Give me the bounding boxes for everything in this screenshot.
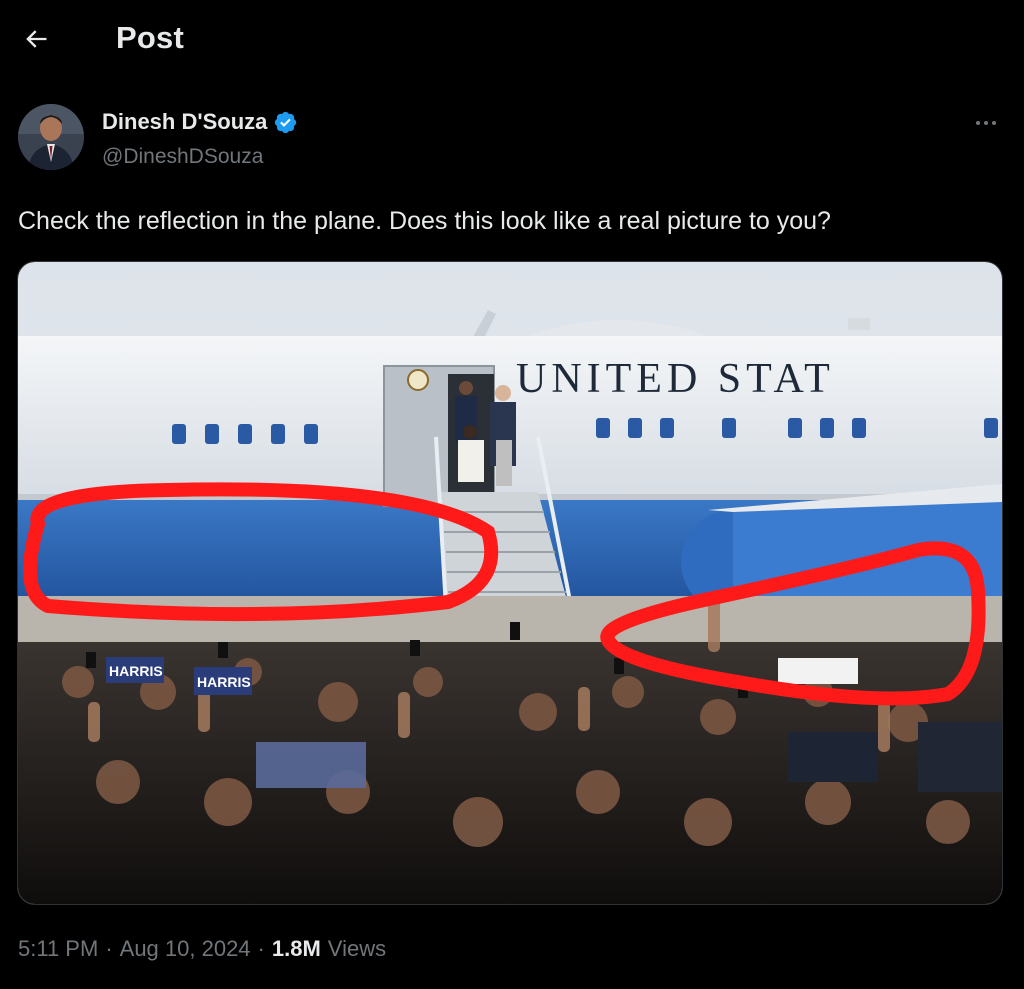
views-label: Views <box>327 936 387 961</box>
page-title: Post <box>116 20 184 55</box>
back-button[interactable] <box>14 17 58 61</box>
top-bar: Post <box>0 0 1024 80</box>
post-date[interactable]: Aug 10, 2024 <box>120 936 251 962</box>
crowd-sign-text: HARRIS <box>109 663 163 679</box>
author-handle[interactable]: @DineshDSouza <box>102 145 263 169</box>
aircraft-lettering: UNITED STAT <box>516 356 835 402</box>
more-dots-icon <box>976 121 996 125</box>
post-image[interactable]: UNITED STAT HARRIS HARRIS <box>17 261 1003 905</box>
verified-badge-icon <box>275 111 297 133</box>
post-text: Check the reflection in the plane. Does … <box>18 207 831 235</box>
post-meta: 5:11 PM · Aug 10, 2024 · 1.8M Views <box>18 936 386 962</box>
post-page: Post Dinesh D'Souza @DineshDSouza Check … <box>0 0 1024 989</box>
crowd-sign-text: HARRIS <box>197 674 251 690</box>
meta-separator: · <box>257 936 265 961</box>
arrow-left-icon <box>26 30 47 48</box>
views-count: 1.8M <box>271 936 321 961</box>
author-name-row: Dinesh D'Souza <box>102 109 298 135</box>
author-name[interactable]: Dinesh D'Souza <box>102 109 267 135</box>
avatar[interactable] <box>18 104 84 170</box>
post-time[interactable]: 5:11 PM <box>18 936 98 962</box>
avatar-image <box>18 104 84 170</box>
more-options-button[interactable] <box>966 108 1006 138</box>
airplane-crowd-photo: UNITED STAT HARRIS HARRIS <box>18 262 1002 904</box>
meta-separator: · <box>105 936 113 961</box>
